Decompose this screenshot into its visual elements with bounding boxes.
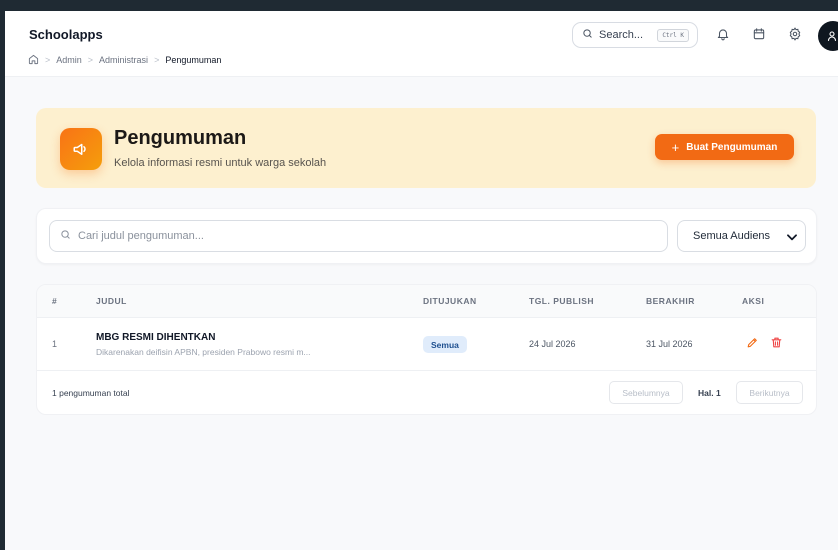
audience-select-value: Semua Audiens [693,230,771,242]
app-title: Schoolapps [29,27,103,42]
audience-badge: Semua [423,336,467,353]
app-window: Schoolapps > Admin > Administrasi > Peng… [5,11,838,550]
top-header: Schoolapps > Admin > Administrasi > Peng… [5,11,838,77]
calendar-icon[interactable] [752,27,766,41]
row-publish-date: 24 Jul 2026 [529,339,576,349]
search-placeholder: Cari judul pengumuman... [78,230,204,242]
col-header-target: DITUJUKAN [423,296,477,306]
chevron-down-icon [784,230,800,244]
breadcrumb: > Admin > Administrasi > Pengumuman [28,54,221,65]
breadcrumb-item-admin[interactable]: Admin [56,55,82,65]
prev-page-button[interactable]: Sebelumnya [609,381,683,404]
global-search-button[interactable]: Search... Ctrl K [572,22,698,48]
edit-icon[interactable] [746,336,759,349]
table-footer: 1 pengumuman total Sebelumnya Hal. 1 Ber… [37,371,816,414]
user-icon [826,29,838,48]
col-header-publish: TGL. PUBLISH [529,296,595,306]
announcement-table: # JUDUL DITUJUKAN TGL. PUBLISH BERAKHIR … [36,284,817,415]
announcement-search-input[interactable]: Cari judul pengumuman... [49,220,668,252]
row-description: Dikarenakan deifisin APBN, presiden Prab… [96,347,311,357]
megaphone-icon [60,128,102,170]
search-label: Search... [599,29,644,41]
breadcrumb-item-administrasi[interactable]: Administrasi [99,55,148,65]
row-end-date: 31 Jul 2026 [646,339,693,349]
window-top-strip [0,0,838,11]
col-header-end: BERAKHIR [646,296,695,306]
breadcrumb-separator: > [87,54,94,65]
col-header-title: JUDUL [96,296,127,306]
search-icon [582,26,593,44]
plus-icon: + [671,139,680,155]
page-subtitle: Kelola informasi resmi untuk warga sekol… [114,157,327,169]
gear-icon[interactable] [788,27,802,41]
col-header-num: # [52,296,58,306]
col-header-actions: AKSI [742,296,765,306]
breadcrumb-item-current: Pengumuman [165,54,222,65]
row-number: 1 [52,339,58,349]
breadcrumb-separator: > [154,54,160,65]
breadcrumb-separator: > [45,54,51,65]
table-header: # JUDUL DITUJUKAN TGL. PUBLISH BERAKHIR … [37,285,816,318]
next-page-button[interactable]: Berikutnya [736,381,803,404]
search-icon [60,227,71,245]
trash-icon[interactable] [770,336,783,349]
home-icon[interactable] [28,54,39,65]
page-banner: Pengumuman Kelola informasi resmi untuk … [36,108,816,188]
row-title: MBG RESMI DIHENTKAN [96,332,216,343]
table-row[interactable]: 1 MBG RESMI DIHENTKAN Dikarenakan deifis… [37,318,816,371]
page-title: Pengumuman [114,127,247,149]
bell-icon[interactable] [716,27,730,41]
user-avatar-button[interactable] [818,21,838,51]
create-announcement-label: Buat Pengumuman [686,141,778,153]
search-shortcut: Ctrl K [657,29,689,42]
filter-card: Cari judul pengumuman... Semua Audiens [36,208,817,264]
create-announcement-button[interactable]: + Buat Pengumuman [655,134,794,160]
audience-select[interactable]: Semua Audiens [677,220,806,252]
total-count: 1 pengumuman total [52,388,130,398]
page-indicator: Hal. 1 [698,388,721,398]
